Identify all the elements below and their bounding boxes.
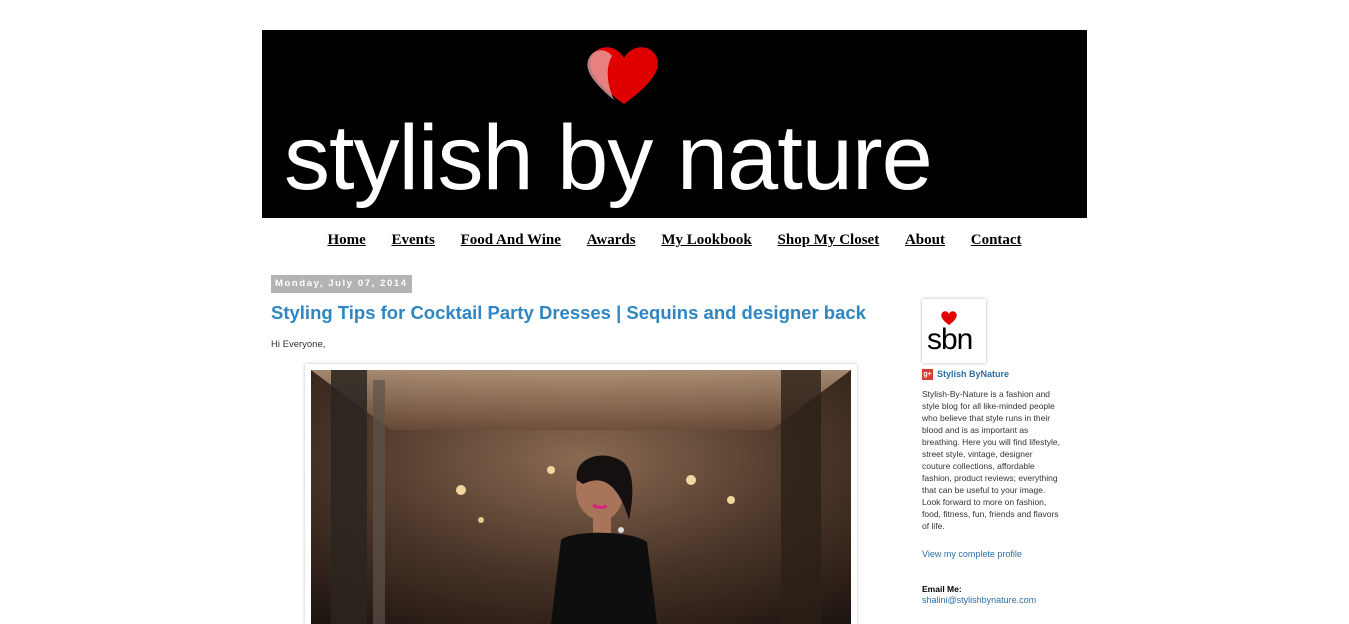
google-plus-icon[interactable]: g+: [922, 369, 933, 380]
nav-contact[interactable]: Contact: [971, 232, 1022, 248]
nav-home[interactable]: Home: [327, 232, 365, 248]
post-image-frame: [305, 364, 857, 624]
heart-icon: [587, 47, 658, 104]
nav-about[interactable]: About: [905, 232, 945, 248]
post-date: Monday, July 07, 2014: [271, 275, 412, 293]
profile-avatar[interactable]: sbn: [922, 299, 986, 363]
profile-logo-text: sbn: [927, 323, 973, 356]
nav-events[interactable]: Events: [392, 232, 435, 248]
profile-name-link[interactable]: Stylish ByNature: [937, 369, 1009, 379]
post-photo-illustration: [311, 370, 851, 624]
nav-shop-my-closet[interactable]: Shop My Closet: [778, 232, 880, 248]
nav-awards[interactable]: Awards: [587, 232, 636, 248]
main-nav: Home Events Food And Wine Awards My Look…: [262, 232, 1087, 252]
post-image[interactable]: [311, 370, 851, 624]
email-link[interactable]: shalini@stylishbynature.com: [922, 595, 1036, 605]
post-title[interactable]: Styling Tips for Cocktail Party Dresses …: [271, 302, 891, 324]
post-greeting: Hi Everyone,: [271, 339, 326, 350]
email-label: Email Me:: [922, 584, 962, 594]
nav-food-and-wine[interactable]: Food And Wine: [461, 232, 561, 248]
logo-text: stylish by nature: [284, 107, 933, 209]
view-profile-link[interactable]: View my complete profile: [922, 549, 1022, 559]
header-banner[interactable]: stylish by nature: [262, 30, 1087, 218]
profile-bio: Stylish-By-Nature is a fashion and style…: [922, 389, 1060, 531]
nav-my-lookbook[interactable]: My Lookbook: [661, 232, 751, 248]
